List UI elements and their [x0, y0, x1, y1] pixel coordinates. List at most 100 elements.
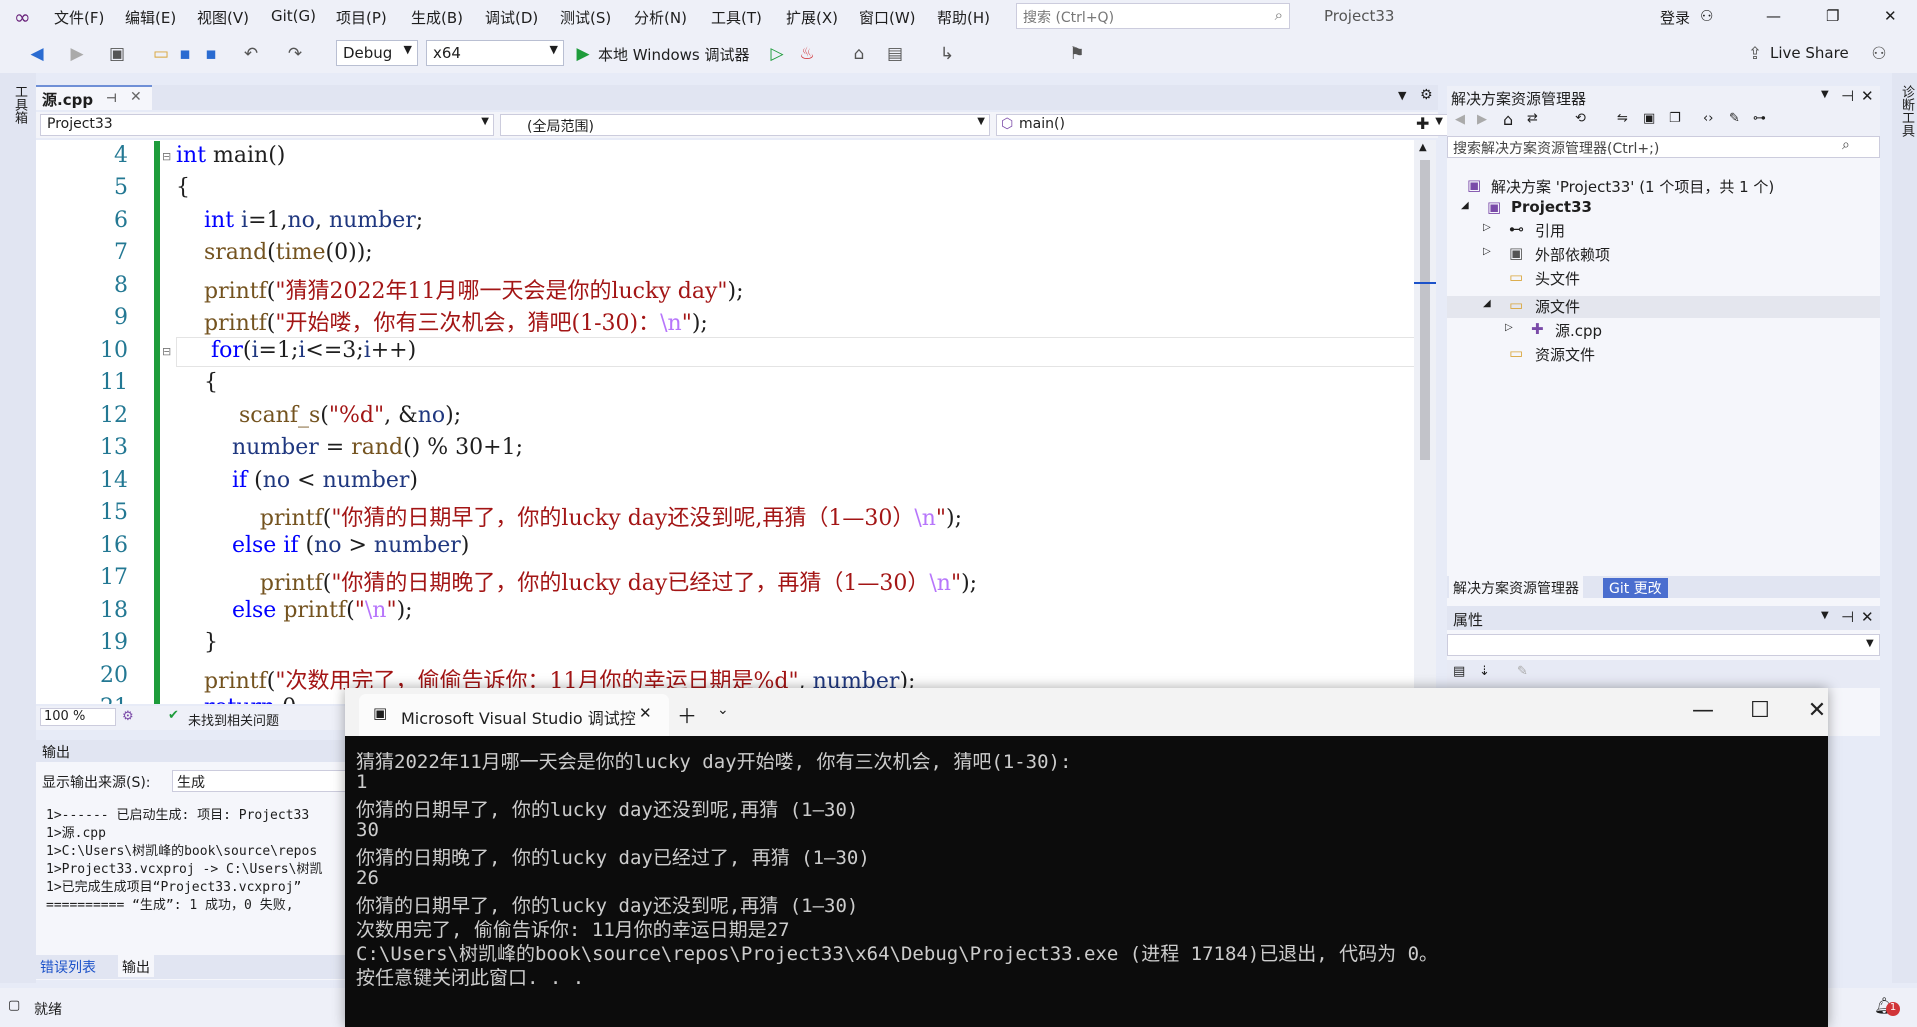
expanded-arrow-icon[interactable]: ◢ [1483, 298, 1491, 309]
collapsed-arrow-icon[interactable]: ▷ [1483, 222, 1491, 233]
collapse-all-icon[interactable]: ▣ [1643, 111, 1655, 126]
solution-node[interactable]: 解决方案 'Project33' (1 个项目，共 1 个) [1491, 176, 1774, 197]
menu-debug[interactable]: 调试(D) [485, 7, 538, 28]
close-icon[interactable]: ✕ [1861, 87, 1874, 105]
new-project-icon[interactable]: ▣ [106, 43, 128, 65]
browse-icon[interactable]: ⌂ [848, 43, 870, 65]
expanded-arrow-icon[interactable]: ◢ [1461, 200, 1469, 211]
code-view-icon[interactable]: ‹› [1703, 111, 1713, 126]
tab-source-cpp[interactable]: 源.cpp ⊣ ✕ [36, 85, 152, 110]
config-select[interactable]: Debug ▼ [336, 40, 418, 66]
play-icon[interactable]: ▶ [572, 43, 594, 65]
tab-output[interactable]: 输出 [118, 955, 154, 977]
tab-solution-explorer[interactable]: 解决方案资源管理器 [1449, 576, 1583, 598]
property-pages-icon[interactable]: ✎ [1517, 664, 1528, 679]
pin-icon[interactable]: ⊣ [1841, 87, 1854, 105]
new-tab-icon[interactable]: ＋ [677, 700, 697, 729]
tree-item-source-files[interactable]: 源文件 [1535, 296, 1580, 317]
settings-icon[interactable]: ⚙ [1420, 87, 1433, 103]
scope-dropdown[interactable]: (全局范围) ▼ [500, 114, 990, 136]
forward-icon[interactable]: ▶ [66, 43, 88, 65]
pin-icon[interactable]: ⊣ [106, 91, 117, 105]
open-folder-icon[interactable]: ▭ [150, 43, 172, 65]
login-link[interactable]: 登录 [1660, 7, 1690, 28]
issues-status[interactable]: 未找到相关问题 [188, 710, 279, 729]
collapsed-arrow-icon[interactable]: ▷ [1505, 322, 1513, 333]
feedback-icon[interactable]: ⚇ [1868, 43, 1890, 65]
minimize-icon[interactable]: — [1683, 698, 1723, 723]
restore-icon[interactable]: ❐ [1826, 7, 1839, 25]
run-debugger-button[interactable]: 本地 Windows 调试器 [598, 44, 750, 65]
menu-file[interactable]: 文件(F) [54, 7, 104, 28]
tab-dropdown-icon[interactable]: ⌄ [717, 702, 729, 718]
menu-test[interactable]: 测试(S) [560, 7, 611, 28]
sync-icon[interactable]: ⇋ [1617, 111, 1628, 126]
menu-build[interactable]: 生成(B) [411, 7, 463, 28]
tab-list-icon[interactable]: ▼ [1398, 89, 1406, 102]
zoom-select[interactable]: 100 % [40, 708, 116, 726]
close-icon[interactable]: ✕ [1797, 698, 1837, 723]
back-icon[interactable]: ◀ [26, 43, 48, 65]
scrollbar-thumb[interactable] [1420, 160, 1430, 460]
redo-icon[interactable]: ↷ [284, 43, 306, 65]
chevron-down-icon[interactable]: ▼ [1821, 89, 1829, 100]
preview-icon[interactable]: ⊶ [1753, 111, 1766, 126]
scroll-up-icon[interactable]: ▲ [1419, 142, 1427, 153]
menu-help[interactable]: 帮助(H) [937, 7, 990, 28]
home-icon[interactable]: ⌂ [1503, 110, 1513, 129]
undo-icon[interactable]: ↶ [240, 43, 262, 65]
close-icon[interactable]: ✕ [1884, 7, 1897, 25]
run-without-debug-icon[interactable]: ▷ [766, 43, 788, 65]
step-icon[interactable]: ↳ [936, 43, 958, 65]
diagnostics-tab[interactable]: 诊断工具 [1897, 85, 1916, 137]
bookmark-icon[interactable]: ⚑ [1066, 43, 1088, 65]
menu-project[interactable]: 项目(P) [336, 7, 387, 28]
tree-item-external-dependencies[interactable]: 外部依赖项 [1535, 244, 1610, 265]
tab-git-changes[interactable]: Git 更改 [1603, 578, 1668, 598]
code-editor[interactable]: 4 5 6 7 8 9 10 11 12 13 14 15 16 17 18 1… [36, 140, 1426, 704]
forward-icon[interactable]: ▶ [1477, 112, 1487, 127]
chevron-down-icon[interactable]: ▼ [1821, 610, 1829, 621]
save-all-icon[interactable]: ▪ [200, 43, 222, 65]
properties-object-select[interactable]: ▼ [1447, 634, 1880, 656]
close-tab-icon[interactable]: ✕ [639, 704, 652, 722]
save-icon[interactable]: ▪ [174, 43, 196, 65]
show-all-files-icon[interactable]: ❐ [1669, 111, 1681, 126]
alphabetical-icon[interactable]: ⇣ [1479, 664, 1490, 679]
pin-icon[interactable]: ⊣ [1841, 608, 1854, 626]
tree-item-references[interactable]: 引用 [1535, 220, 1565, 241]
toolbox-tab[interactable]: 工具箱 [10, 85, 29, 124]
collapsed-arrow-icon[interactable]: ▷ [1483, 246, 1491, 257]
output-source-select[interactable]: 生成 [172, 770, 352, 792]
console-tab[interactable]: ▣ Microsoft Visual Studio 调试控 ✕ [359, 694, 669, 736]
close-icon[interactable]: ✕ [1861, 608, 1874, 626]
intellicode-icon[interactable]: ⚙ [122, 709, 134, 724]
split-icon[interactable]: ✚ [1416, 114, 1429, 133]
project-dropdown[interactable]: Project33 ▼ [40, 114, 494, 136]
close-tab-icon[interactable]: ✕ [130, 89, 142, 105]
menu-git[interactable]: Git(G) [271, 7, 316, 25]
menu-view[interactable]: 视图(V) [197, 7, 249, 28]
hot-reload-icon[interactable]: ♨ [796, 43, 818, 65]
live-share-icon[interactable]: ⇪ [1744, 43, 1766, 65]
search-input[interactable]: 搜索 (Ctrl+Q) ⌕ [1016, 3, 1290, 29]
switch-views-icon[interactable]: ⇄ [1527, 111, 1538, 126]
menu-edit[interactable]: 编辑(E) [125, 7, 176, 28]
live-share-button[interactable]: Live Share [1770, 44, 1849, 62]
maximize-icon[interactable]: ☐ [1740, 698, 1780, 723]
tree-item-source-cpp[interactable]: 源.cpp [1555, 320, 1602, 341]
menu-tools[interactable]: 工具(T) [711, 7, 762, 28]
menu-extensions[interactable]: 扩展(X) [786, 7, 838, 28]
solution-search-input[interactable]: 搜索解决方案资源管理器(Ctrl+;) ⌕ [1447, 136, 1880, 158]
debug-console-window[interactable]: ▣ Microsoft Visual Studio 调试控 ✕ ＋ ⌄ — ☐ … [345, 688, 1828, 1027]
fold-collapse-icon[interactable]: ⊟ [162, 345, 171, 358]
menu-window[interactable]: 窗口(W) [859, 7, 916, 28]
tab-error-list[interactable]: 错误列表 [40, 957, 96, 977]
account-icon[interactable]: ⚇ [1700, 7, 1713, 25]
tree-item-resource-files[interactable]: 资源文件 [1535, 344, 1595, 365]
minimize-icon[interactable]: — [1766, 7, 1781, 25]
categorized-icon[interactable]: ▤ [1453, 664, 1465, 679]
project-node[interactable]: Project33 [1511, 198, 1592, 216]
tree-item-header-files[interactable]: 头文件 [1535, 268, 1580, 289]
back-icon[interactable]: ◀ [1455, 112, 1465, 127]
